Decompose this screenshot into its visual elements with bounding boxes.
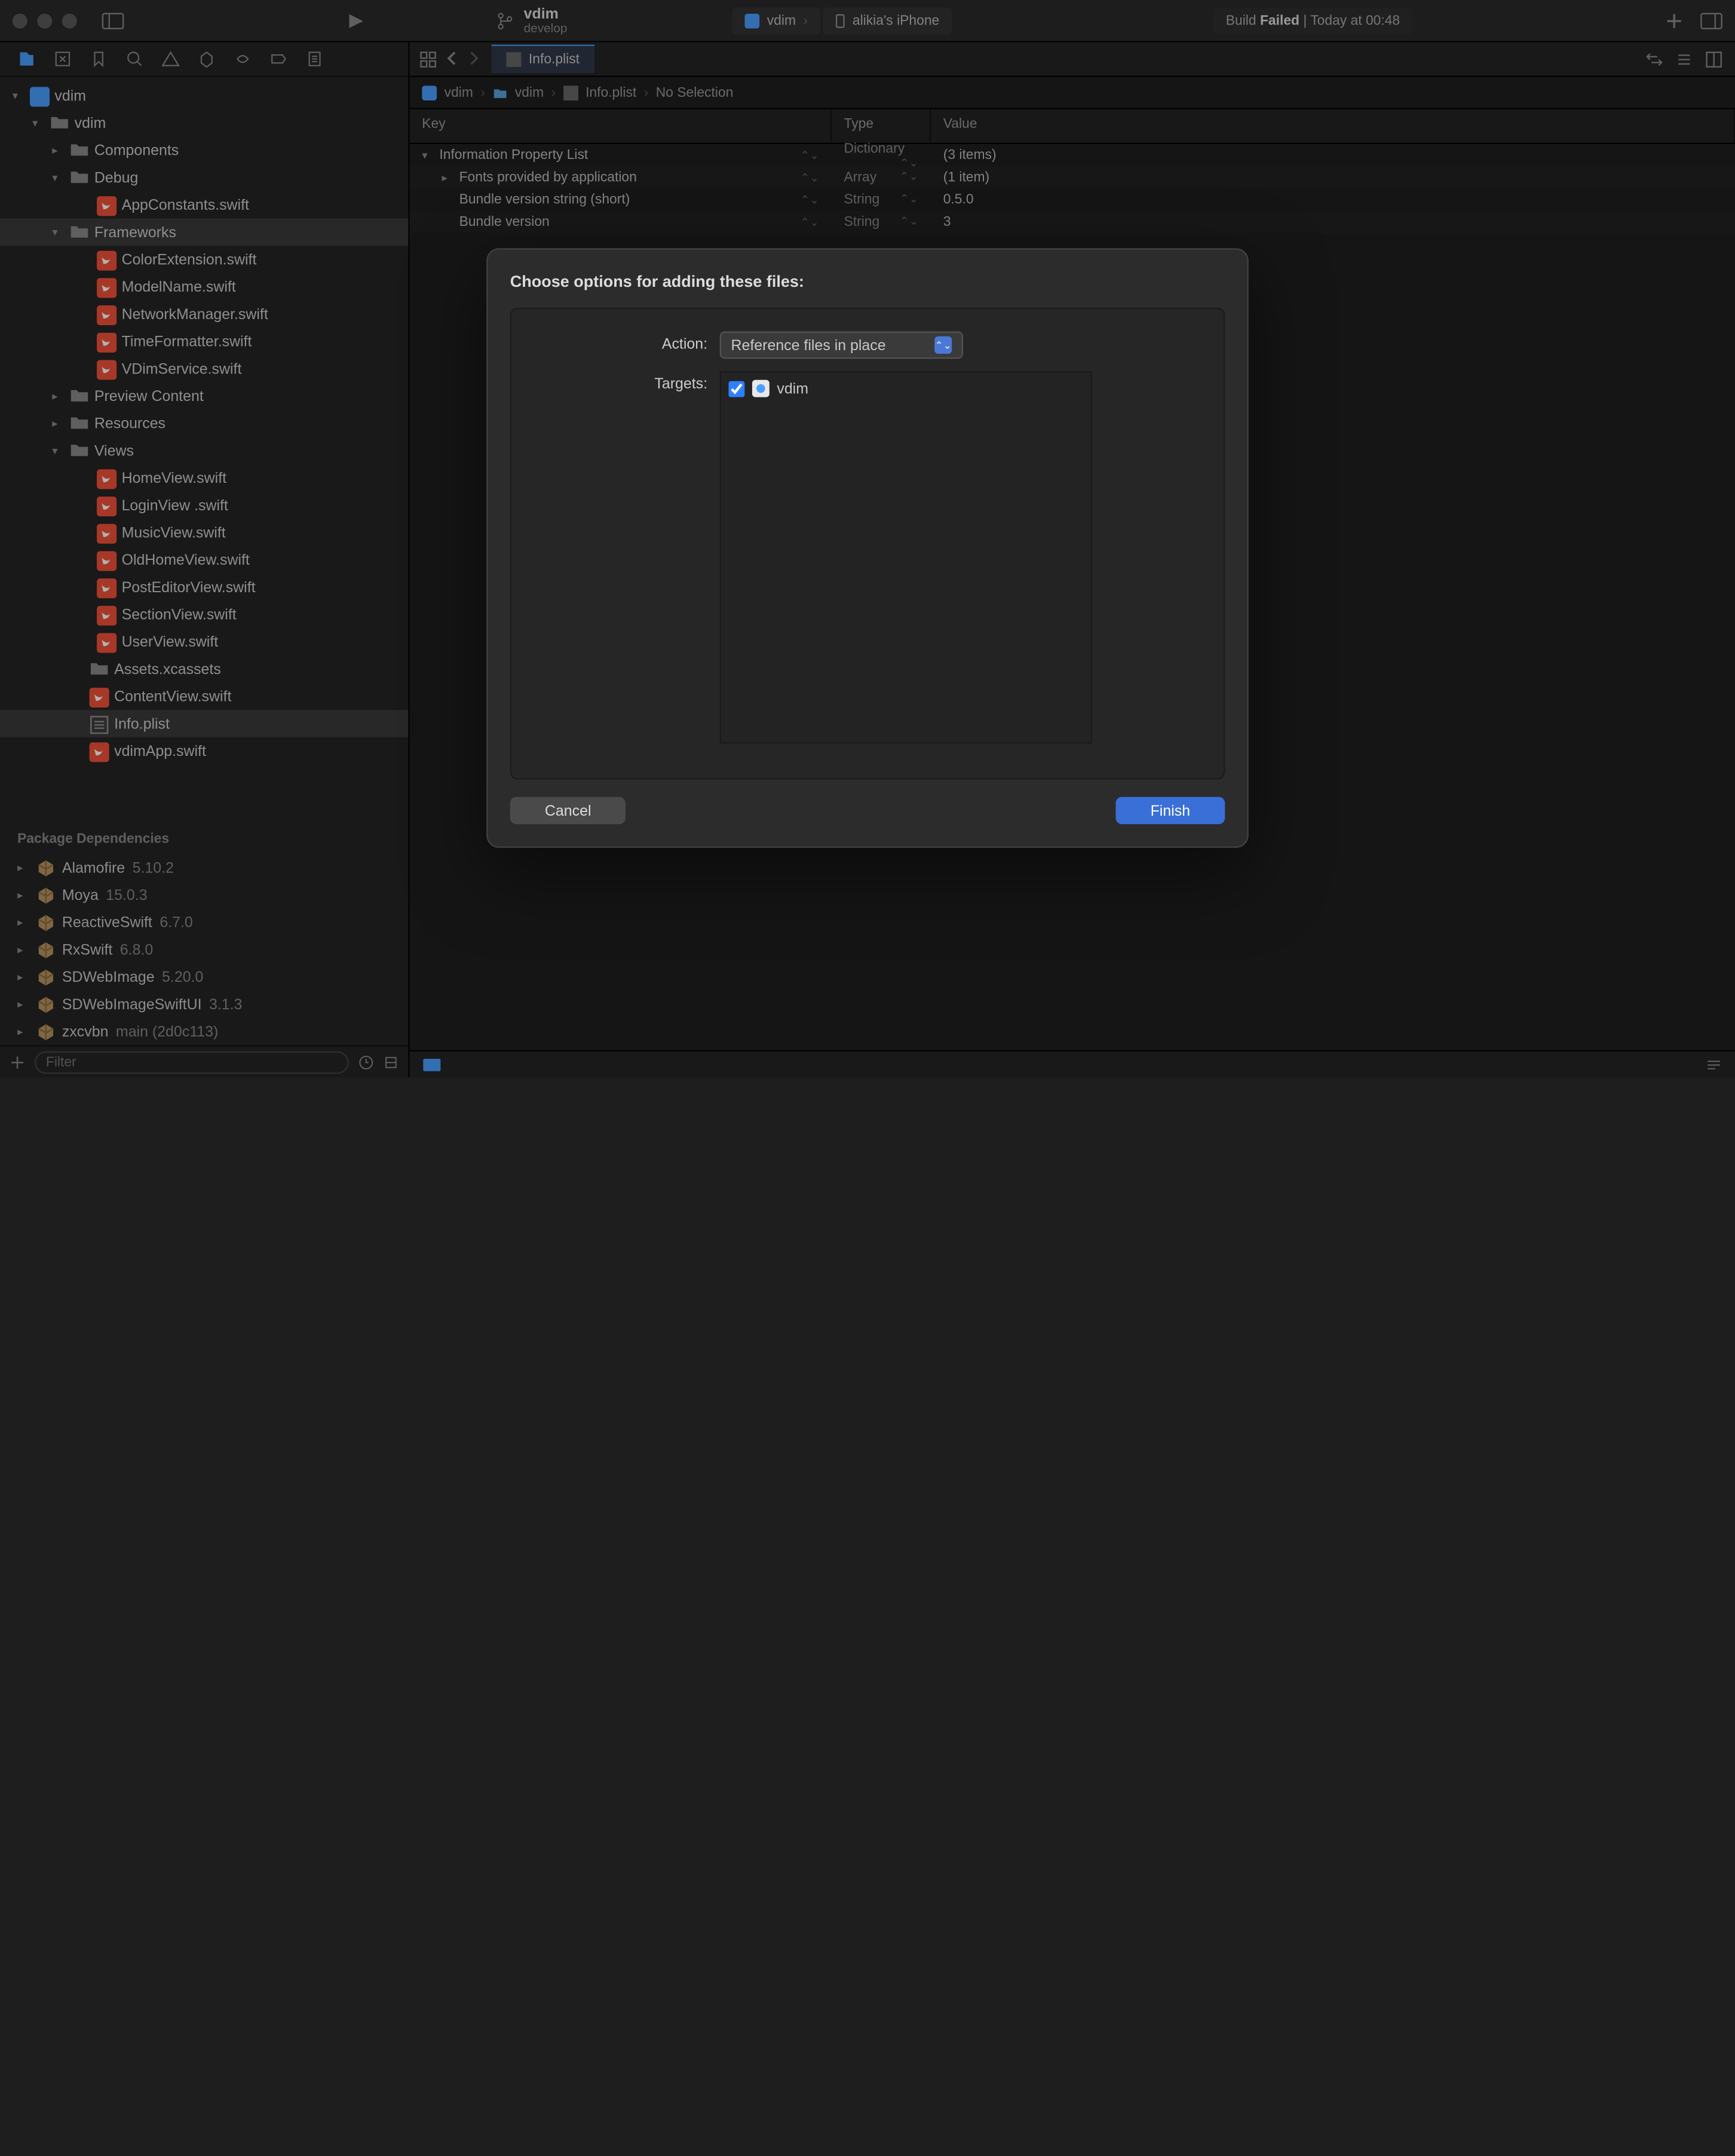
modal-title: Choose options for adding these files: <box>510 272 1225 290</box>
action-dropdown[interactable]: Reference files in place ⌃⌄ <box>720 332 963 359</box>
modal-actions: Cancel Finish <box>510 797 1225 825</box>
targets-list: vdim <box>720 371 1092 743</box>
app-icon <box>752 380 770 397</box>
finish-button[interactable]: Finish <box>1115 797 1225 825</box>
target-item[interactable]: vdim <box>728 380 1083 397</box>
chevron-updown-icon: ⌃⌄ <box>934 336 952 354</box>
xcode-window: vdim develop vdim › alikia's iPhone Buil… <box>0 0 1735 1077</box>
modal-body: Action: Reference files in place ⌃⌄ Targ… <box>510 308 1225 779</box>
action-label: Action: <box>534 332 707 353</box>
target-checkbox[interactable] <box>728 381 744 397</box>
add-files-modal: Choose options for adding these files: A… <box>486 248 1248 847</box>
target-name: vdim <box>777 380 808 397</box>
action-value: Reference files in place <box>731 336 886 354</box>
cancel-button[interactable]: Cancel <box>510 797 626 825</box>
action-row: Action: Reference files in place ⌃⌄ <box>534 332 1201 359</box>
targets-label: Targets: <box>534 371 707 392</box>
modal-overlay: Choose options for adding these files: A… <box>0 0 1735 1077</box>
targets-row: Targets: vdim <box>534 371 1201 743</box>
